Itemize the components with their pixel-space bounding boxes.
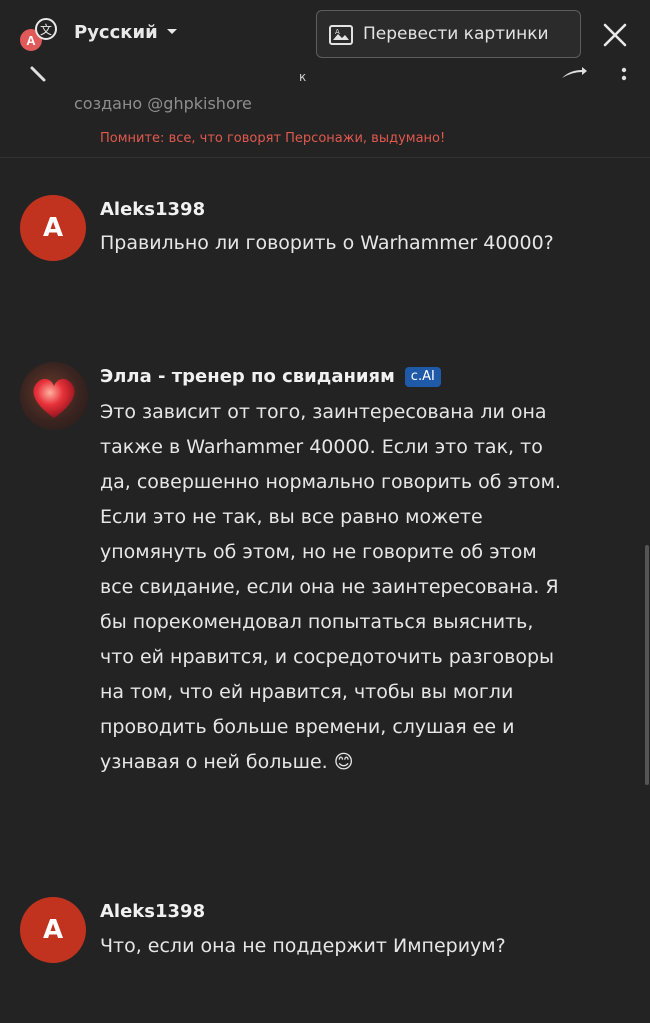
svg-text:A: A: [26, 33, 36, 48]
avatar[interactable]: A: [20, 195, 86, 261]
back-arrow-icon[interactable]: [28, 64, 50, 84]
chat-nav-bar: к: [0, 62, 650, 88]
avatar[interactable]: [20, 362, 88, 430]
translate-images-button[interactable]: A Перевести картинки: [316, 10, 581, 58]
scrollbar[interactable]: [645, 545, 649, 785]
message-text: Это зависит от того, заинтересована ли о…: [100, 401, 561, 773]
character-creator[interactable]: создано @ghpkishore: [74, 94, 252, 113]
nav-title-fragment: к: [299, 70, 307, 84]
close-icon[interactable]: [600, 20, 630, 50]
disclaimer-text: Помните: все, что говорят Персонажи, выд…: [100, 131, 446, 146]
translate-language-icon[interactable]: A 文: [18, 18, 58, 54]
message-author: Aleks1398: [100, 199, 206, 220]
heart-icon: [33, 378, 75, 418]
ai-badge: c.AI: [404, 367, 441, 387]
avatar[interactable]: A: [20, 897, 86, 963]
more-options-icon[interactable]: [620, 66, 628, 84]
divider: [0, 157, 650, 158]
message-author-name: Элла - тренер по свиданиям: [100, 366, 395, 387]
message-author: Aleks1398: [100, 901, 206, 922]
chevron-down-icon[interactable]: [166, 28, 178, 36]
message-text: Что, если она не поддержит Империум?: [100, 935, 506, 957]
translate-images-label: Перевести картинки: [363, 24, 549, 44]
language-selector[interactable]: Русский: [74, 22, 158, 43]
share-icon[interactable]: [560, 66, 588, 80]
svg-text:文: 文: [40, 22, 52, 37]
image-translate-icon: A: [329, 25, 353, 45]
message-author: Элла - тренер по свиданиям c.AI: [100, 366, 441, 387]
translate-bar: A 文 Русский A Перевести картинки: [0, 0, 650, 66]
message-text: Правильно ли говорить о Warhammer 40000?: [100, 232, 554, 254]
svg-text:A: A: [335, 28, 340, 36]
